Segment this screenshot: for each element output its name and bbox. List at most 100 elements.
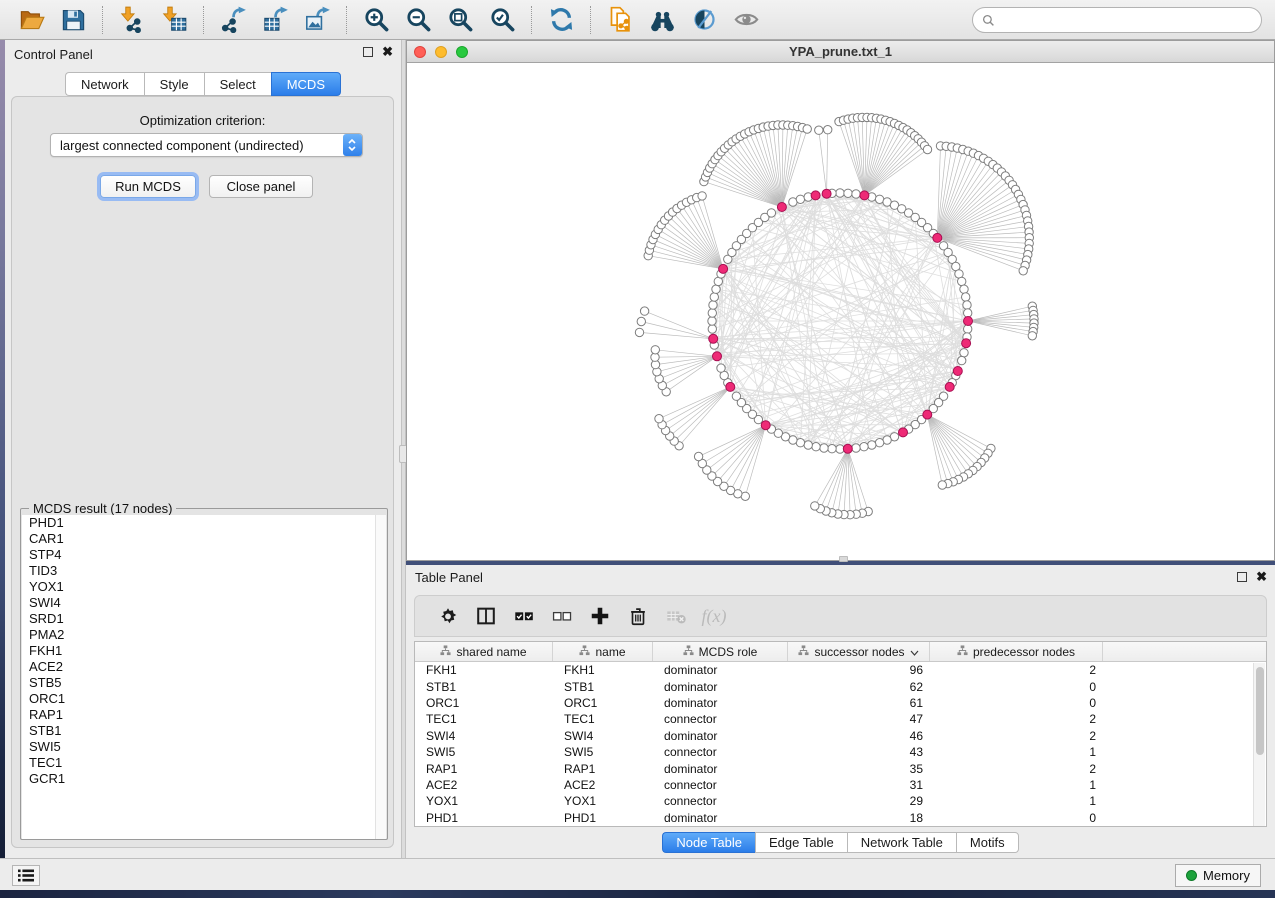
close-table-panel-icon[interactable]: ✖: [1256, 572, 1267, 582]
horizontal-splitter-grip[interactable]: [839, 556, 848, 562]
search-input[interactable]: [1000, 10, 1261, 30]
table-scrollbar[interactable]: [1253, 663, 1265, 826]
optimization-criterion-select[interactable]: largest connected component (undirected): [50, 133, 363, 157]
delete-row-icon[interactable]: [619, 601, 657, 631]
column-header-predecessor-nodes[interactable]: predecessor nodes: [930, 642, 1103, 661]
mcds-result-item[interactable]: STB1: [22, 723, 376, 739]
run-mcds-button[interactable]: Run MCDS: [100, 175, 196, 198]
attribute-type-icon: [798, 645, 809, 659]
sort-chevron-icon: [910, 645, 919, 659]
import-network-icon[interactable]: [117, 5, 147, 35]
import-table-icon[interactable]: [159, 5, 189, 35]
mcds-result-item[interactable]: STB5: [22, 675, 376, 691]
network-canvas[interactable]: [407, 63, 1274, 560]
zoom-fit-icon[interactable]: [445, 5, 475, 35]
tab-node-table[interactable]: Node Table: [662, 832, 755, 853]
mcds-result-item[interactable]: PHD1: [22, 515, 376, 531]
add-row-icon[interactable]: [581, 601, 619, 631]
float-panel-icon[interactable]: [363, 47, 373, 57]
network-window-titlebar[interactable]: YPA_prune.txt_1: [407, 41, 1274, 63]
table-row[interactable]: TEC1TEC1connector472: [415, 711, 1266, 727]
export-table-icon[interactable]: [260, 5, 290, 35]
mcds-result-item[interactable]: CAR1: [22, 531, 376, 547]
table-scrollbar-thumb[interactable]: [1256, 667, 1264, 755]
cell-name: RAP1: [553, 762, 653, 776]
cell-successor-nodes: 35: [788, 762, 930, 776]
close-panel-icon[interactable]: ✖: [382, 47, 393, 57]
tab-motifs[interactable]: Motifs: [956, 832, 1019, 853]
control-panel-title: Control Panel: [14, 47, 93, 62]
open-file-icon[interactable]: [16, 5, 46, 35]
search-box[interactable]: [972, 7, 1262, 33]
cell-predecessor-nodes: 2: [930, 729, 1103, 743]
cell-MCDS-role: connector: [653, 778, 788, 792]
tab-network-table[interactable]: Network Table: [847, 832, 956, 853]
tab-edge-table[interactable]: Edge Table: [755, 832, 847, 853]
cell-MCDS-role: connector: [653, 794, 788, 808]
column-layout-icon[interactable]: [467, 601, 505, 631]
show-graphics-details-icon[interactable]: [731, 5, 761, 35]
deselect-all-rows-icon[interactable]: [543, 601, 581, 631]
table-toolbar: f(x): [414, 595, 1267, 637]
mcds-result-item[interactable]: GCR1: [22, 771, 376, 787]
table-row[interactable]: STB1STB1dominator620: [415, 678, 1266, 694]
column-header-successor-nodes[interactable]: successor nodes: [788, 642, 930, 661]
table-row[interactable]: ORC1ORC1dominator610: [415, 695, 1266, 711]
mcds-result-item[interactable]: SWI4: [22, 595, 376, 611]
table-row[interactable]: SWI5SWI5connector431: [415, 744, 1266, 760]
table-row[interactable]: ACE2ACE2connector311: [415, 777, 1266, 793]
clone-network-icon[interactable]: [605, 5, 635, 35]
zoom-out-icon[interactable]: [403, 5, 433, 35]
network-view-window: YPA_prune.txt_1: [406, 40, 1275, 561]
table-row[interactable]: FKH1FKH1dominator962: [415, 662, 1266, 678]
export-network-icon[interactable]: [218, 5, 248, 35]
table-settings-icon[interactable]: [429, 601, 467, 631]
tab-select[interactable]: Select: [204, 72, 271, 96]
hide-graphics-details-icon[interactable]: [689, 5, 719, 35]
cell-predecessor-nodes: 1: [930, 794, 1103, 808]
mcds-result-list[interactable]: PHD1CAR1STP4TID3YOX1SWI4SRD1PMA2FKH1ACE2…: [22, 515, 376, 839]
table-row[interactable]: YOX1YOX1connector291: [415, 793, 1266, 809]
mcds-result-item[interactable]: SWI5: [22, 739, 376, 755]
memory-status-icon: [1186, 870, 1197, 881]
mcds-result-item[interactable]: TID3: [22, 563, 376, 579]
mcds-result-item[interactable]: YOX1: [22, 579, 376, 595]
float-table-panel-icon[interactable]: [1237, 572, 1247, 582]
control-panel: Control Panel ✖ NetworkStyleSelectMCDS O…: [5, 40, 401, 858]
mcds-result-item[interactable]: SRD1: [22, 611, 376, 627]
cell-shared-name: SWI4: [415, 729, 553, 743]
task-history-button[interactable]: [12, 865, 40, 886]
cell-name: ORC1: [553, 696, 653, 710]
table-row[interactable]: PHD1PHD1dominator180: [415, 810, 1266, 826]
zoom-in-icon[interactable]: [361, 5, 391, 35]
memory-button[interactable]: Memory: [1175, 864, 1261, 887]
column-header-shared-name[interactable]: shared name: [415, 642, 553, 661]
mcds-result-item[interactable]: ACE2: [22, 659, 376, 675]
refresh-icon[interactable]: [546, 5, 576, 35]
tab-style[interactable]: Style: [144, 72, 204, 96]
table-panel-title: Table Panel: [415, 570, 483, 585]
tab-mcds[interactable]: MCDS: [271, 72, 341, 96]
mcds-result-item[interactable]: RAP1: [22, 707, 376, 723]
mcds-list-scrollbar[interactable]: [375, 515, 386, 839]
column-header-name[interactable]: name: [553, 642, 653, 661]
column-header-filler: [1103, 642, 1266, 661]
cell-predecessor-nodes: 2: [930, 663, 1103, 677]
select-all-rows-icon[interactable]: [505, 601, 543, 631]
mcds-result-item[interactable]: PMA2: [22, 627, 376, 643]
tab-network[interactable]: Network: [65, 72, 144, 96]
zoom-selected-icon[interactable]: [487, 5, 517, 35]
save-icon[interactable]: [58, 5, 88, 35]
table-row[interactable]: SWI4SWI4dominator462: [415, 728, 1266, 744]
cell-name: YOX1: [553, 794, 653, 808]
network-search-icon[interactable]: [647, 5, 677, 35]
mcds-result-item[interactable]: TEC1: [22, 755, 376, 771]
mcds-result-item[interactable]: FKH1: [22, 643, 376, 659]
mcds-result-item[interactable]: ORC1: [22, 691, 376, 707]
mcds-result-item[interactable]: STP4: [22, 547, 376, 563]
function-builder-icon: f(x): [695, 601, 733, 631]
column-header-MCDS-role[interactable]: MCDS role: [653, 642, 788, 661]
close-panel-button[interactable]: Close panel: [209, 175, 313, 198]
export-image-icon[interactable]: [302, 5, 332, 35]
table-row[interactable]: RAP1RAP1dominator352: [415, 760, 1266, 776]
